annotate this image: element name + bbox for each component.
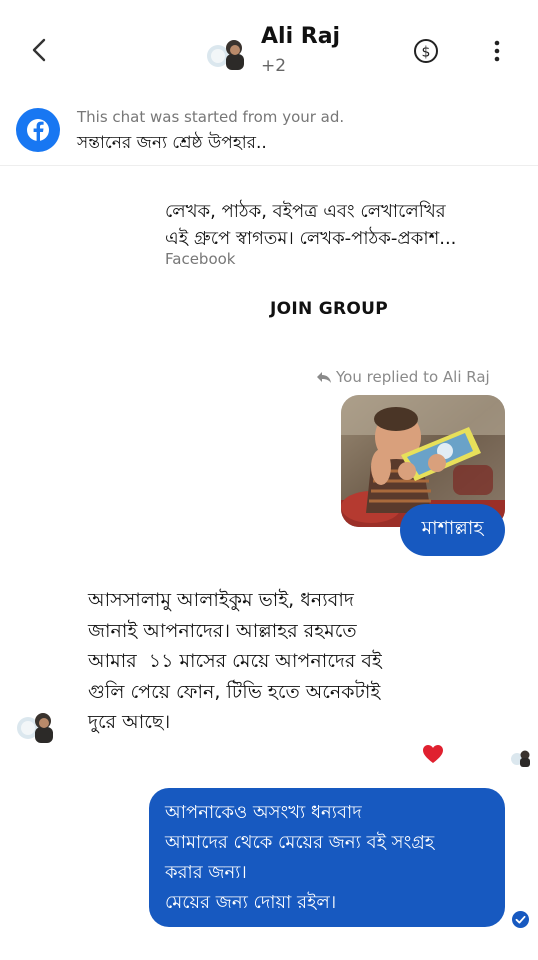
reply-sticker-bubble[interactable]: মাশাল্লাহ (400, 504, 505, 556)
heart-icon[interactable] (422, 744, 444, 764)
message-line: দুরে আছে। (88, 711, 171, 733)
group-card-line: লেখক, পাঠক, বইপত্র এবং লেখালেখির (165, 201, 446, 222)
message-line: গুলি পেয়ে ফোন, টিভি হতে অনেকটাই (88, 680, 381, 703)
participants-count: +2 (261, 56, 287, 76)
replied-label: You replied to Ali Raj (336, 368, 490, 386)
ad-notice-banner: This chat was started from your ad. সন্ত… (0, 100, 538, 166)
group-card-description: লেখক, পাঠক, বইপত্র এবং লেখালেখির এই গ্রু… (165, 198, 495, 252)
message-line: আমার ১১ মাসের মেয়ে আপনাদের বই (88, 650, 382, 672)
delivered-check-icon (512, 911, 529, 928)
contact-name[interactable]: Ali Raj (261, 24, 340, 49)
sender-avatar[interactable] (16, 708, 56, 744)
dollar-circle-icon[interactable]: $ (413, 38, 439, 64)
message-line: আসসালামু আলাইকুম ভাই, ধন্যবাদ (88, 589, 354, 611)
chat-header: Ali Raj +2 $ (0, 0, 538, 100)
back-chevron-icon[interactable] (26, 36, 54, 64)
message-line: জানাই আপনাদের। আল্লাহর রহমতে (88, 619, 357, 642)
svg-text:$: $ (422, 45, 431, 61)
seen-avatar (511, 750, 530, 767)
reply-arrow-icon (317, 372, 331, 383)
message-line: মেয়ের জন্য দোয়া রইল। (165, 892, 337, 913)
more-vertical-icon[interactable] (488, 38, 506, 64)
join-group-button[interactable]: JOIN GROUP (270, 299, 388, 319)
received-message[interactable]: আসসালামু আলাইকুম ভাই, ধন্যবাদ জানাই আপনা… (88, 585, 428, 738)
contact-avatar[interactable] (206, 34, 248, 72)
message-line: আপনাকেও অসংখ্য ধন্যবাদ (165, 802, 362, 823)
message-line: আমাদের থেকে মেয়ের জন্য বই সংগ্রহ (165, 832, 435, 853)
group-card-line: এই গ্রুপে স্বাগতম। লেখক-পাঠক-প্রকাশ... (165, 228, 457, 249)
message-line: করার জন্য। (165, 862, 247, 883)
replied-indicator: You replied to Ali Raj (316, 368, 490, 386)
group-card-source: Facebook (165, 250, 236, 268)
facebook-icon (16, 108, 60, 152)
sent-message-bubble[interactable]: আপনাকেও অসংখ্য ধন্যবাদ আমাদের থেকে মেয়ে… (149, 788, 505, 927)
ad-title[interactable]: সন্তানের জন্য শ্রেষ্ঠ উপহার.. (77, 130, 267, 158)
ad-notice-text: This chat was started from your ad. (77, 108, 345, 126)
